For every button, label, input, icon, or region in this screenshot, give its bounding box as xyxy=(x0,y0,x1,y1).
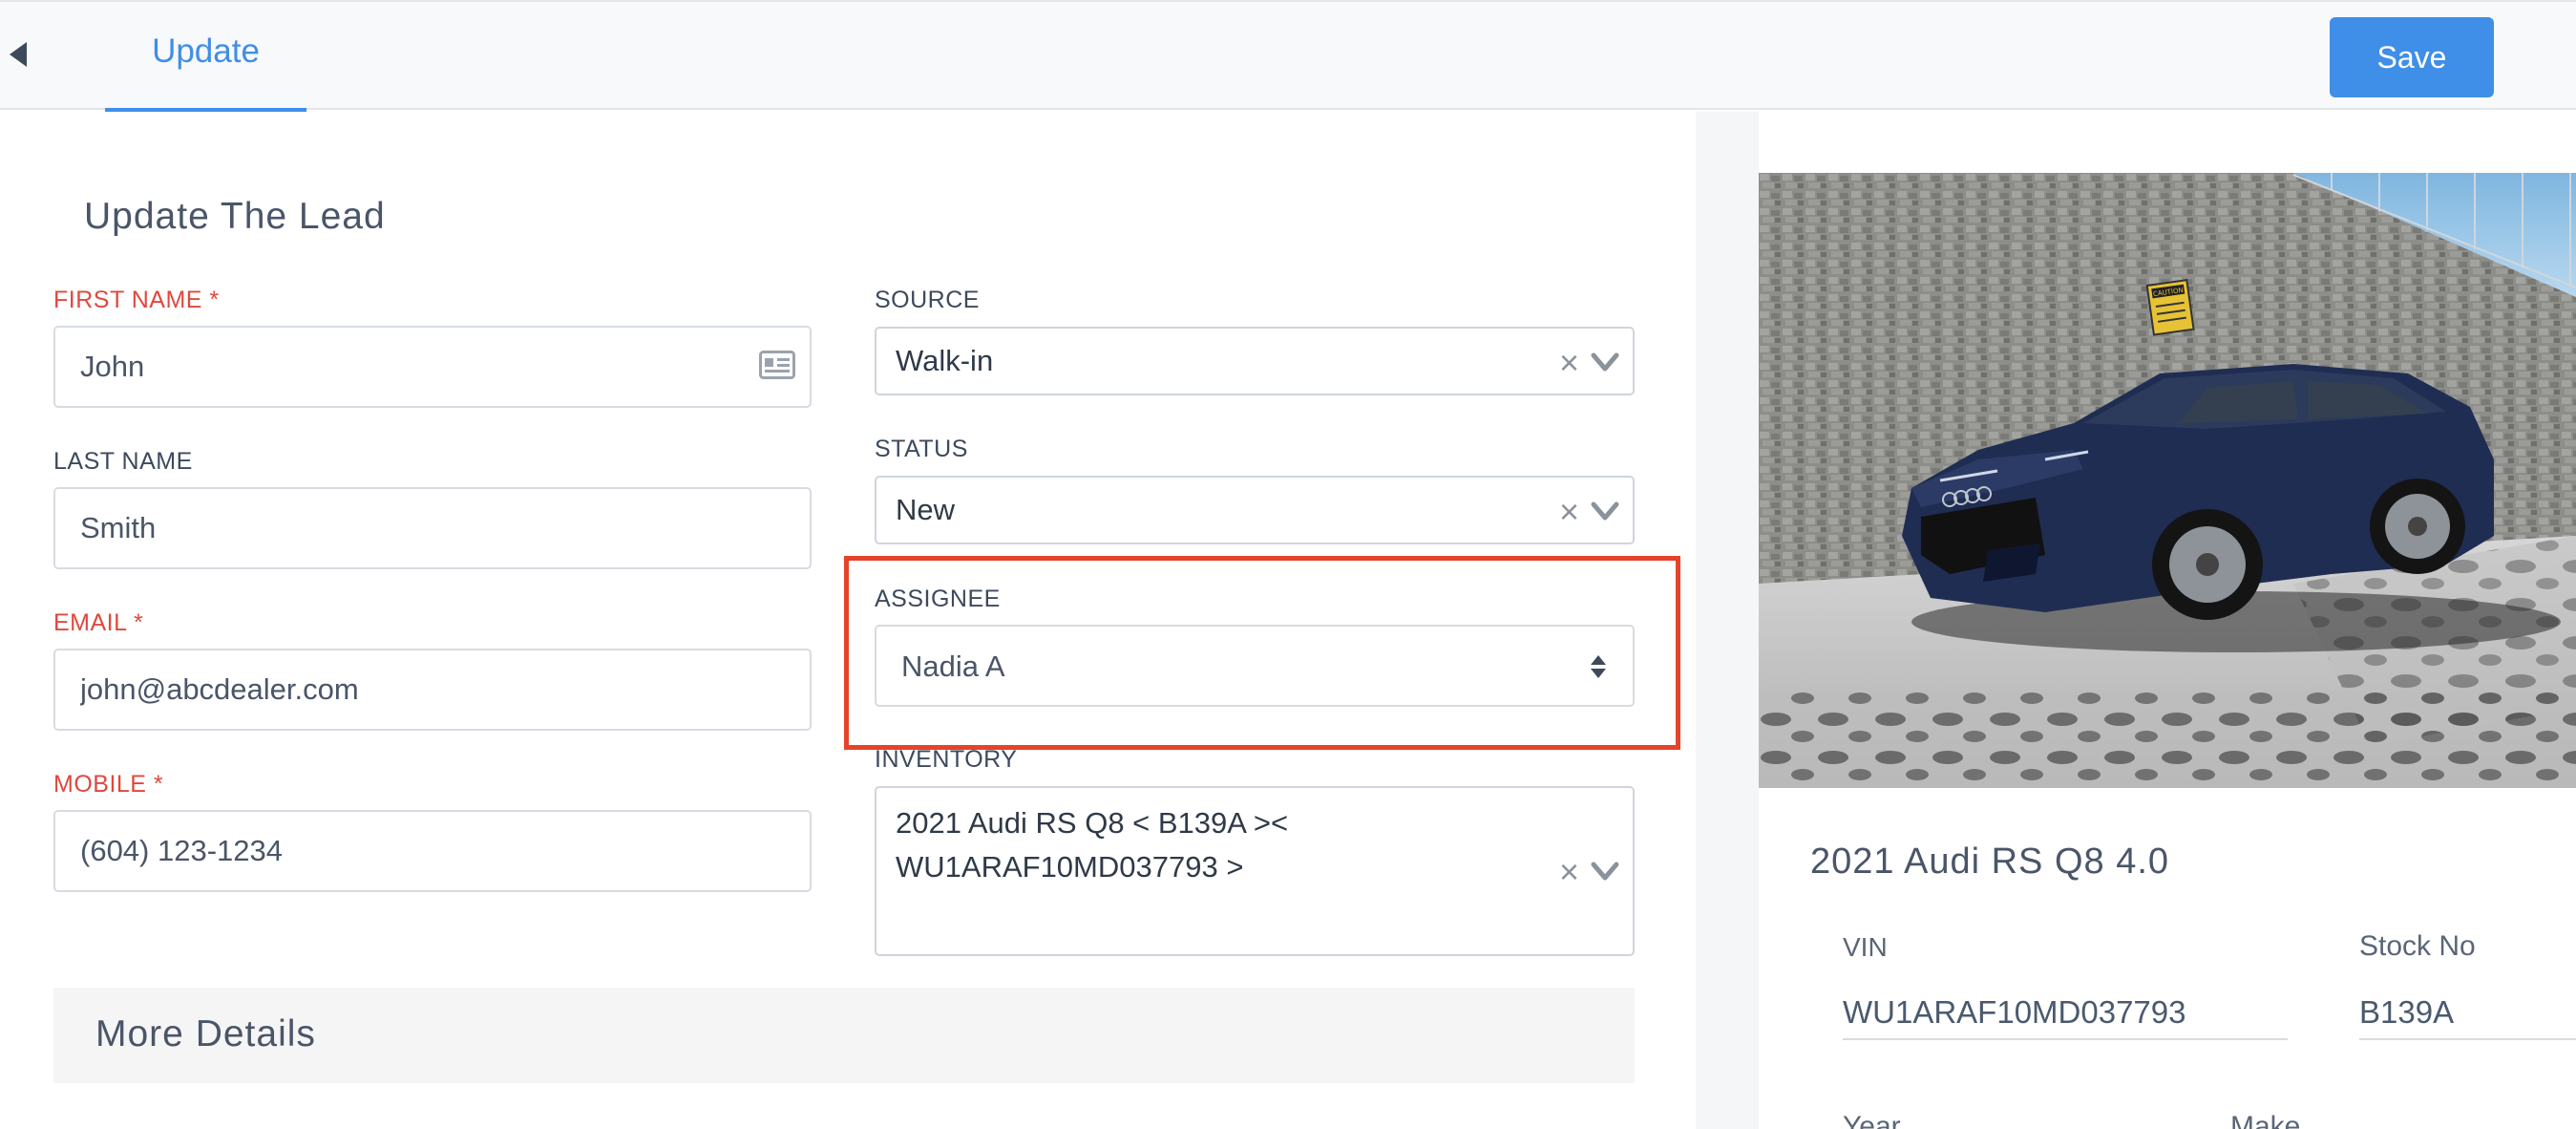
inventory-value: 2021 Audi RS Q8 < B139A >< WU1ARAF10MD03… xyxy=(896,801,1468,889)
first-name-field[interactable] xyxy=(53,326,812,408)
mobile-label: MOBILE * xyxy=(53,771,164,798)
assignee-label: ASSIGNEE xyxy=(875,586,1001,612)
close-icon[interactable]: × xyxy=(1559,495,1579,529)
year-label: Year xyxy=(1843,1111,1901,1129)
assignee-select[interactable]: Nadia A xyxy=(875,625,1635,707)
source-label: SOURCE xyxy=(875,287,980,313)
close-icon[interactable]: × xyxy=(1559,346,1579,380)
assignee-value: Nadia A xyxy=(901,650,1005,683)
vehicle-photo-image: CAUTION xyxy=(1759,173,2576,788)
tab-update[interactable]: Update xyxy=(105,2,306,114)
top-bar: Update Save xyxy=(0,0,2576,114)
status-value: New xyxy=(896,493,956,526)
vehicle-photo: CAUTION xyxy=(1759,173,2576,788)
more-details-label: More Details xyxy=(95,1013,316,1054)
column-divider xyxy=(1696,112,1759,1129)
last-name-label: LAST NAME xyxy=(53,448,193,475)
mobile-field[interactable] xyxy=(53,810,812,892)
stock-no-label: Stock No xyxy=(2359,930,2476,962)
chevron-down-icon[interactable] xyxy=(1589,857,1621,885)
chevron-down-icon[interactable] xyxy=(1589,348,1621,376)
chevron-down-icon[interactable] xyxy=(1589,497,1621,525)
status-select[interactable]: New × xyxy=(875,476,1635,544)
close-icon[interactable]: × xyxy=(1559,855,1579,889)
vin-label: VIN xyxy=(1843,932,1888,962)
sort-arrows-icon xyxy=(1591,655,1606,678)
email-label: EMAIL * xyxy=(53,609,144,636)
more-details-section[interactable]: More Details xyxy=(53,988,1635,1083)
vin-value: WU1ARAF10MD037793 xyxy=(1843,994,2288,1040)
inventory-value-line2: WU1ARAF10MD037793 > xyxy=(896,850,1244,884)
contact-card-icon[interactable] xyxy=(759,351,795,379)
source-value: Walk-in xyxy=(896,344,994,377)
lead-form-panel: Update The Lead FIRST NAME * LAST NAME E… xyxy=(0,112,1696,1129)
first-name-label: FIRST NAME * xyxy=(53,287,220,313)
source-select[interactable]: Walk-in × xyxy=(875,327,1635,395)
inventory-value-line1: 2021 Audi RS Q8 < B139A >< xyxy=(896,806,1289,840)
back-arrow-icon[interactable] xyxy=(6,40,34,69)
status-label: STATUS xyxy=(875,436,968,462)
inventory-label: INVENTORY xyxy=(875,746,1018,773)
vehicle-title: 2021 Audi RS Q8 4.0 xyxy=(1810,841,2170,882)
make-label: Make xyxy=(2230,1111,2301,1129)
vehicle-card: CAUTION 2021 Audi RS Q8 4.0 VIN WU1ARAF1… xyxy=(1759,173,2576,1129)
inventory-select[interactable]: 2021 Audi RS Q8 < B139A >< WU1ARAF10MD03… xyxy=(875,786,1635,956)
stock-no-value: B139A xyxy=(2359,994,2576,1040)
tab-update-label: Update xyxy=(152,32,260,70)
form-title: Update The Lead xyxy=(84,196,386,237)
last-name-field[interactable] xyxy=(53,487,812,569)
save-button[interactable]: Save xyxy=(2330,17,2494,97)
email-field[interactable] xyxy=(53,649,812,731)
